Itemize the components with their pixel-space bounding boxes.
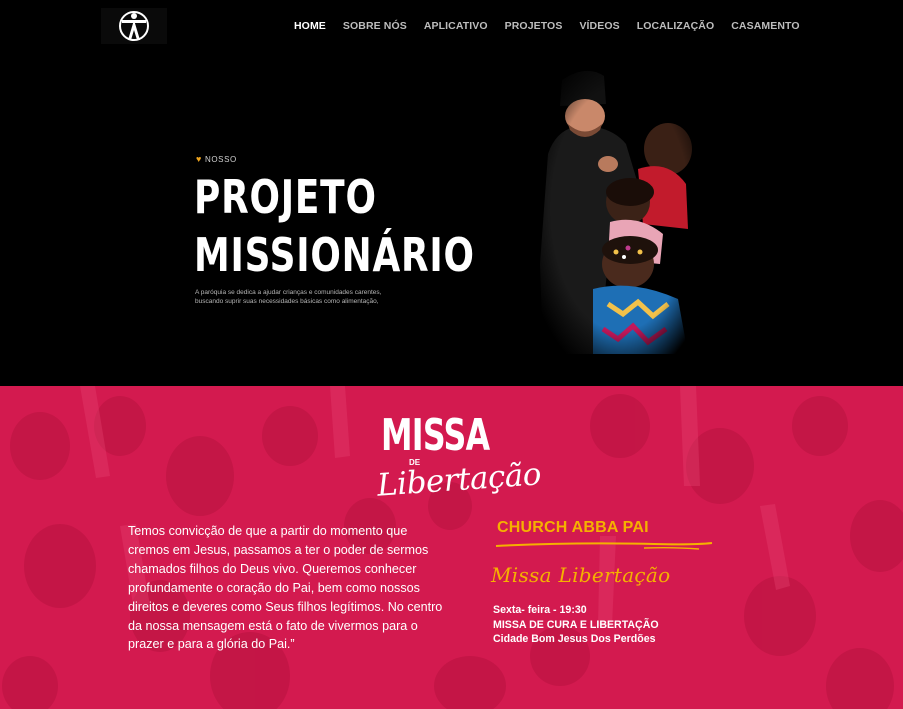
- schedule-day-time: Sexta- feira - 19:30: [493, 604, 587, 616]
- logo-word-libertacao: Libertação: [375, 456, 543, 504]
- main-menu: HOME SOBRE NÓS APLICATIVO PROJETOS VÍDEO…: [294, 20, 817, 32]
- missa-schedule: Sexta- feira - 19:30 MISSA DE CURA E LIB…: [493, 603, 659, 647]
- site-logo[interactable]: [101, 8, 167, 44]
- underline-swoosh: [495, 542, 713, 550]
- hero-kicker-text: NOSSO: [204, 154, 237, 164]
- hero-kicker: ♥ NOSSO: [196, 154, 237, 164]
- hero-section: ♥ NOSSO PROJETO MISSIONÁRIO A paróquia s…: [0, 52, 903, 386]
- missa-section: MISSA DE Libertação Temos convicção de q…: [0, 386, 903, 709]
- hero-description: A paróquia se dedica a ajudar crianças e…: [195, 288, 435, 306]
- cross-figure-logo-icon: [119, 11, 149, 41]
- nav-projetos[interactable]: PROJETOS: [505, 20, 563, 32]
- missa-libertacao-logo: MISSA DE Libertação: [375, 410, 542, 510]
- nav-aplicativo[interactable]: APLICATIVO: [424, 20, 488, 32]
- hero-description-line1: A paróquia se dedica a ajudar crianças e…: [195, 289, 382, 296]
- nav-home[interactable]: HOME: [294, 20, 326, 32]
- nav-casamento[interactable]: CASAMENTO: [731, 20, 799, 32]
- hero-title-line1: PROJETO: [194, 170, 377, 224]
- hero-title: PROJETO MISSIONÁRIO: [194, 168, 475, 284]
- church-name: CHURCH ABBA PAI: [497, 519, 649, 536]
- schedule-location: Cidade Bom Jesus Dos Perdões: [493, 633, 656, 645]
- schedule-event: MISSA DE CURA E LIBERTAÇÃO: [493, 618, 659, 631]
- nav-localizacao[interactable]: LOCALIZAÇÃO: [637, 20, 715, 32]
- missa-quote: Temos convicção de que a partir do momen…: [128, 524, 443, 652]
- top-navbar: HOME SOBRE NÓS APLICATIVO PROJETOS VÍDEO…: [0, 0, 903, 52]
- nav-videos[interactable]: VÍDEOS: [579, 20, 619, 32]
- logo-word-missa: MISSA: [381, 410, 490, 461]
- missionary-photo: [538, 64, 703, 354]
- hero-title-line2: MISSIONÁRIO: [194, 228, 475, 282]
- hero-description-line2: buscando suprir suas necessidades básica…: [195, 298, 379, 305]
- nav-sobre-nos[interactable]: SOBRE NÓS: [343, 20, 407, 32]
- heart-icon: ♥: [196, 154, 202, 164]
- missa-subtitle: Missa Libertação: [491, 563, 671, 587]
